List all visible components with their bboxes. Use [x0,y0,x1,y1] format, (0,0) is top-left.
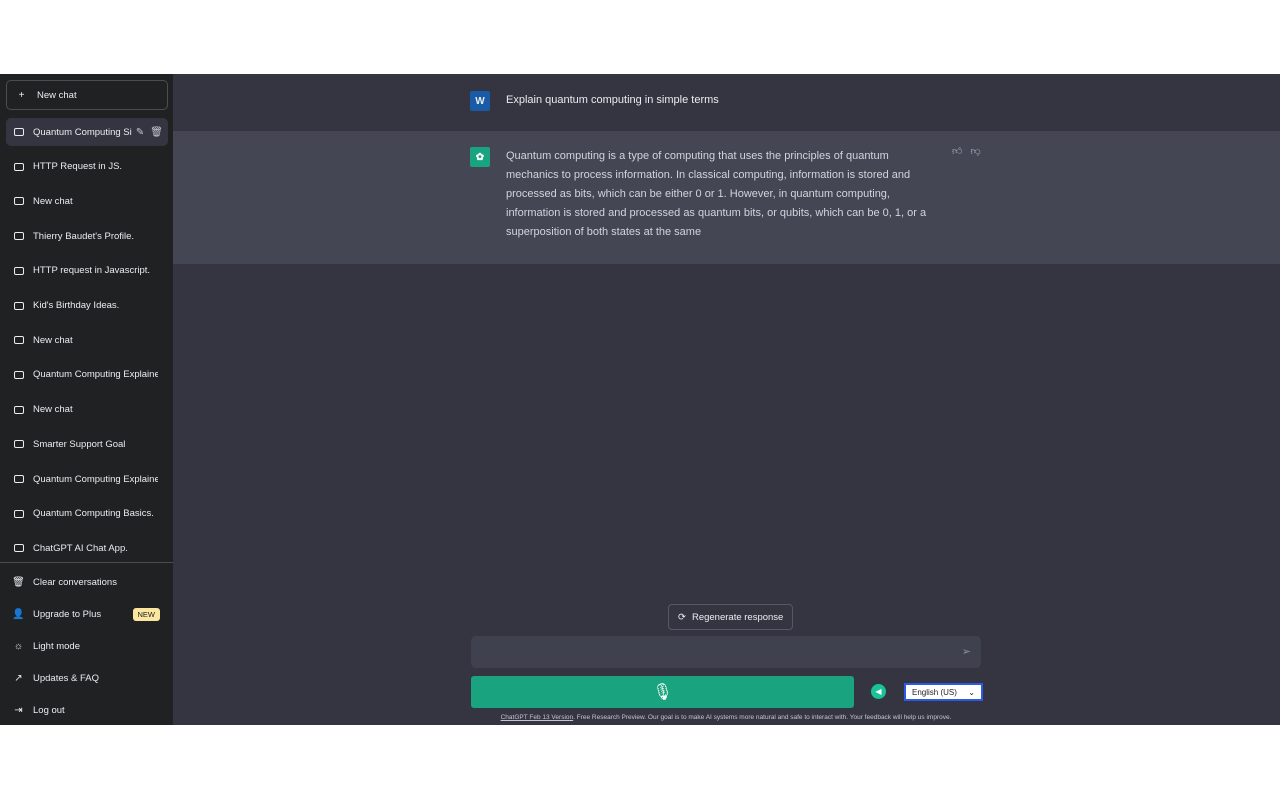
message-input[interactable]: ➢ [471,636,981,668]
version-link[interactable]: ChatGPT Feb 13 Version [501,714,574,721]
new-chat-label: New chat [37,89,77,101]
assistant-message: Quantum computing is a type of computing… [506,150,927,238]
regenerate-label: Regenerate response [691,611,784,623]
delete-icon[interactable]: 🗑 [150,127,163,138]
sidebar-divider [0,562,173,563]
chat-title: HTTP Request in JS. [33,161,123,173]
chat-title: Kid's Birthday Ideas. [33,300,120,311]
sidebar-chat-item[interactable]: Quantum Computing Explaine [6,361,168,389]
chat-title: Quantum Computing Basics. [33,508,154,520]
trash-icon: 🗑 [12,576,25,588]
chat-bubble-icon [13,300,24,311]
footer-text: . Free Research Preview. Our goal is to … [573,714,952,721]
user-message: Explain quantum computing in simple term… [506,94,719,106]
thumbs-up-icon[interactable]: 👍︎ [952,145,962,264]
language-select[interactable]: English (US) ⌄ [904,683,983,701]
sidebar-chat-item[interactable]: New chat [6,396,168,424]
chat-title: ChatGPT AI Chat App. [33,542,128,554]
logout-button[interactable]: ⇥ Log out [6,696,168,724]
light-mode-label: Light mode [33,640,81,652]
upgrade-button[interactable]: 👤 Upgrade to Plus NEW [6,600,168,628]
chat-bubble-icon [13,404,24,415]
logout-label: Log out [33,704,65,716]
user-icon: 👤 [12,608,25,620]
edit-icon[interactable]: ✎ [136,127,144,138]
chat-title: Quantum Computing Explaine [33,473,158,485]
chat-bubble-icon [13,127,24,138]
regenerate-response-button[interactable]: ⟳ Regenerate response [668,604,794,630]
chat-title: Smarter Support Goal [33,438,126,450]
plus-icon: + [18,89,25,101]
openai-logo-icon: ✿ [470,147,490,167]
chat-bubble-icon [13,265,24,276]
chat-bubble-icon [13,196,24,207]
chat-title: HTTP request in Javascript. [33,265,151,277]
clear-label: Clear conversations [33,576,117,588]
sidebar-chat-item[interactable]: Quantum Computing Explaine [6,465,168,493]
chat-bubble-icon [13,369,24,380]
chat-bubble-icon [13,439,24,450]
new-chat-button[interactable]: + New chat [6,80,168,110]
sidebar: + New chat Quantum Computing Si ✎ 🗑 HTTP Req… [0,74,173,725]
chat-title: Thierry Baudet's Profile. [33,230,135,242]
sidebar-chat-item[interactable]: HTTP Request in JS. [6,153,168,181]
main-panel: W Explain quantum computing in simple te… [173,74,1280,725]
sidebar-chat-item[interactable]: Quantum Computing Si ✎ 🗑 [6,118,168,146]
chat-bubble-icon [13,161,24,172]
updates-faq-link[interactable]: ↗ Updates & FAQ [6,664,168,692]
chat-bubble-icon [13,474,24,485]
microphone-icon: 🎙︎ [652,684,673,701]
sidebar-chat-item[interactable]: Thierry Baudet's Profile. [6,222,168,250]
chat-bubble-icon [13,508,24,519]
chat-bubble-icon [13,543,24,554]
sidebar-chat-item[interactable]: Smarter Support Goal [6,430,168,458]
send-icon[interactable]: ➢ [962,645,971,658]
new-badge: NEW [132,607,160,621]
sidebar-chat-item[interactable]: ChatGPT AI Chat App. [6,534,168,562]
sidebar-chat-item[interactable]: New chat [6,326,168,354]
chat-title: Quantum Computing Si [33,126,132,138]
chat-title: New chat [33,195,73,207]
upgrade-label: Upgrade to Plus [33,608,102,620]
chat-bubble-icon [13,231,24,242]
clear-conversations-button[interactable]: 🗑 Clear conversations [6,568,168,596]
chatgpt-app: + New chat Quantum Computing Si ✎ 🗑 HTTP Req… [0,74,1280,725]
sidebar-chat-item[interactable]: Kid's Birthday Ideas. [6,292,168,320]
assistant-message-row: ✿ Quantum computing is a type of computi… [173,131,1280,264]
chat-title: Quantum Computing Explaine [33,369,158,381]
updates-label: Updates & FAQ [33,672,100,684]
logout-icon: ⇥ [14,704,23,716]
chat-title: New chat [33,334,73,346]
sidebar-chat-item[interactable]: Quantum Computing Basics. [6,500,168,528]
chevron-down-icon: ⌄ [968,687,975,697]
user-avatar: W [470,91,490,111]
footer-note: ChatGPT Feb 13 Version. Free Research Pr… [471,714,981,721]
chat-bubble-icon [13,335,24,346]
speaker-toggle-icon[interactable]: ◀ [871,684,886,699]
light-mode-button[interactable]: ☼ Light mode [6,632,168,660]
user-message-row: W Explain quantum computing in simple te… [173,74,1280,131]
external-link-icon: ↗ [14,672,23,684]
language-value: English (US) [912,687,957,697]
sidebar-chat-item[interactable]: HTTP request in Javascript. [6,257,168,285]
sun-icon: ☼ [13,640,24,652]
voice-input-button[interactable]: 🎙︎ [471,676,854,708]
sidebar-chat-item[interactable]: New chat [6,187,168,215]
refresh-icon: ⟳ [678,611,686,623]
chat-title: New chat [33,404,73,416]
thumbs-down-icon[interactable]: 👎︎ [970,145,980,264]
